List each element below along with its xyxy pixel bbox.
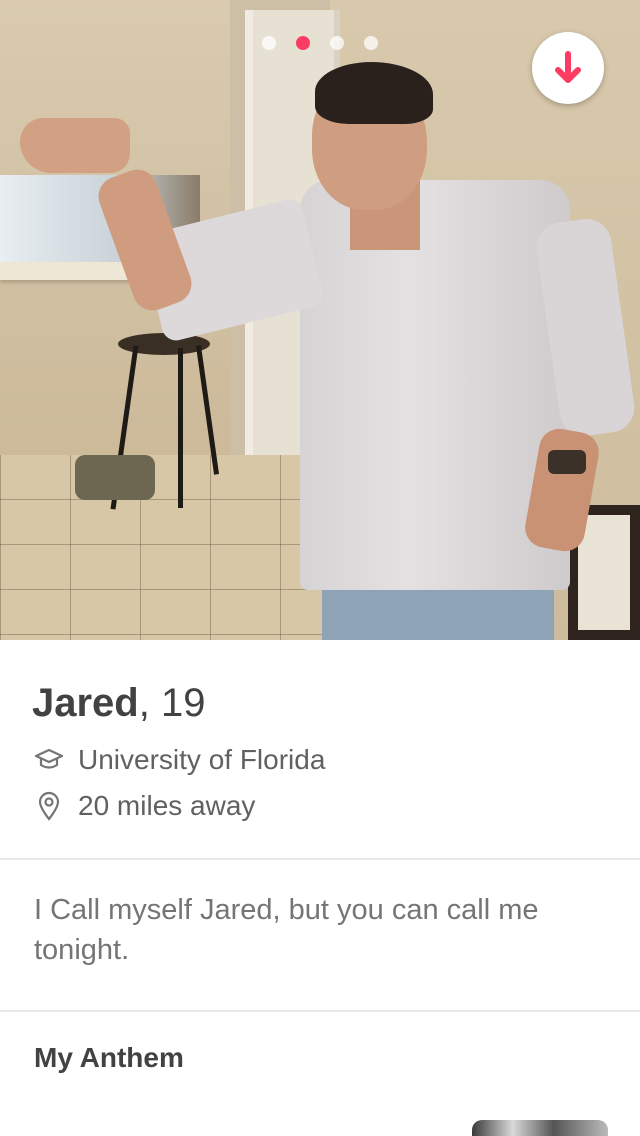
profile-school-row: University of Florida xyxy=(34,744,325,776)
graduation-cap-icon xyxy=(34,745,64,775)
profile-name-age: Jared, 19 xyxy=(32,680,206,726)
photo-floor xyxy=(0,455,330,640)
photo-bag xyxy=(75,455,155,500)
photo-pagination xyxy=(262,36,378,50)
divider xyxy=(0,1010,640,1012)
name-age-separator: , xyxy=(138,681,150,725)
divider xyxy=(0,858,640,860)
photo-hair xyxy=(315,62,433,124)
photo-stool-leg xyxy=(178,348,183,508)
arrow-down-icon xyxy=(555,51,581,83)
profile-distance-row: 20 miles away xyxy=(34,790,255,822)
photo-hand xyxy=(20,118,130,173)
profile-photo[interactable] xyxy=(0,0,640,640)
photo-page-dot-active[interactable] xyxy=(296,36,310,50)
anthem-heading: My Anthem xyxy=(34,1042,184,1073)
collapse-profile-button[interactable] xyxy=(532,32,604,104)
profile-name: Jared xyxy=(32,681,139,725)
location-pin-icon xyxy=(34,791,64,821)
profile-age: 19 xyxy=(161,681,206,725)
photo-page-dot[interactable] xyxy=(364,36,378,50)
anthem-album-art[interactable] xyxy=(472,1120,608,1136)
photo-page-dot[interactable] xyxy=(330,36,344,50)
profile-distance: 20 miles away xyxy=(78,790,256,821)
photo-page-dot[interactable] xyxy=(262,36,276,50)
profile-bio: I Call myself Jared, but you can call me… xyxy=(34,894,539,966)
profile-school: University of Florida xyxy=(78,744,326,775)
photo-watch xyxy=(548,450,586,474)
